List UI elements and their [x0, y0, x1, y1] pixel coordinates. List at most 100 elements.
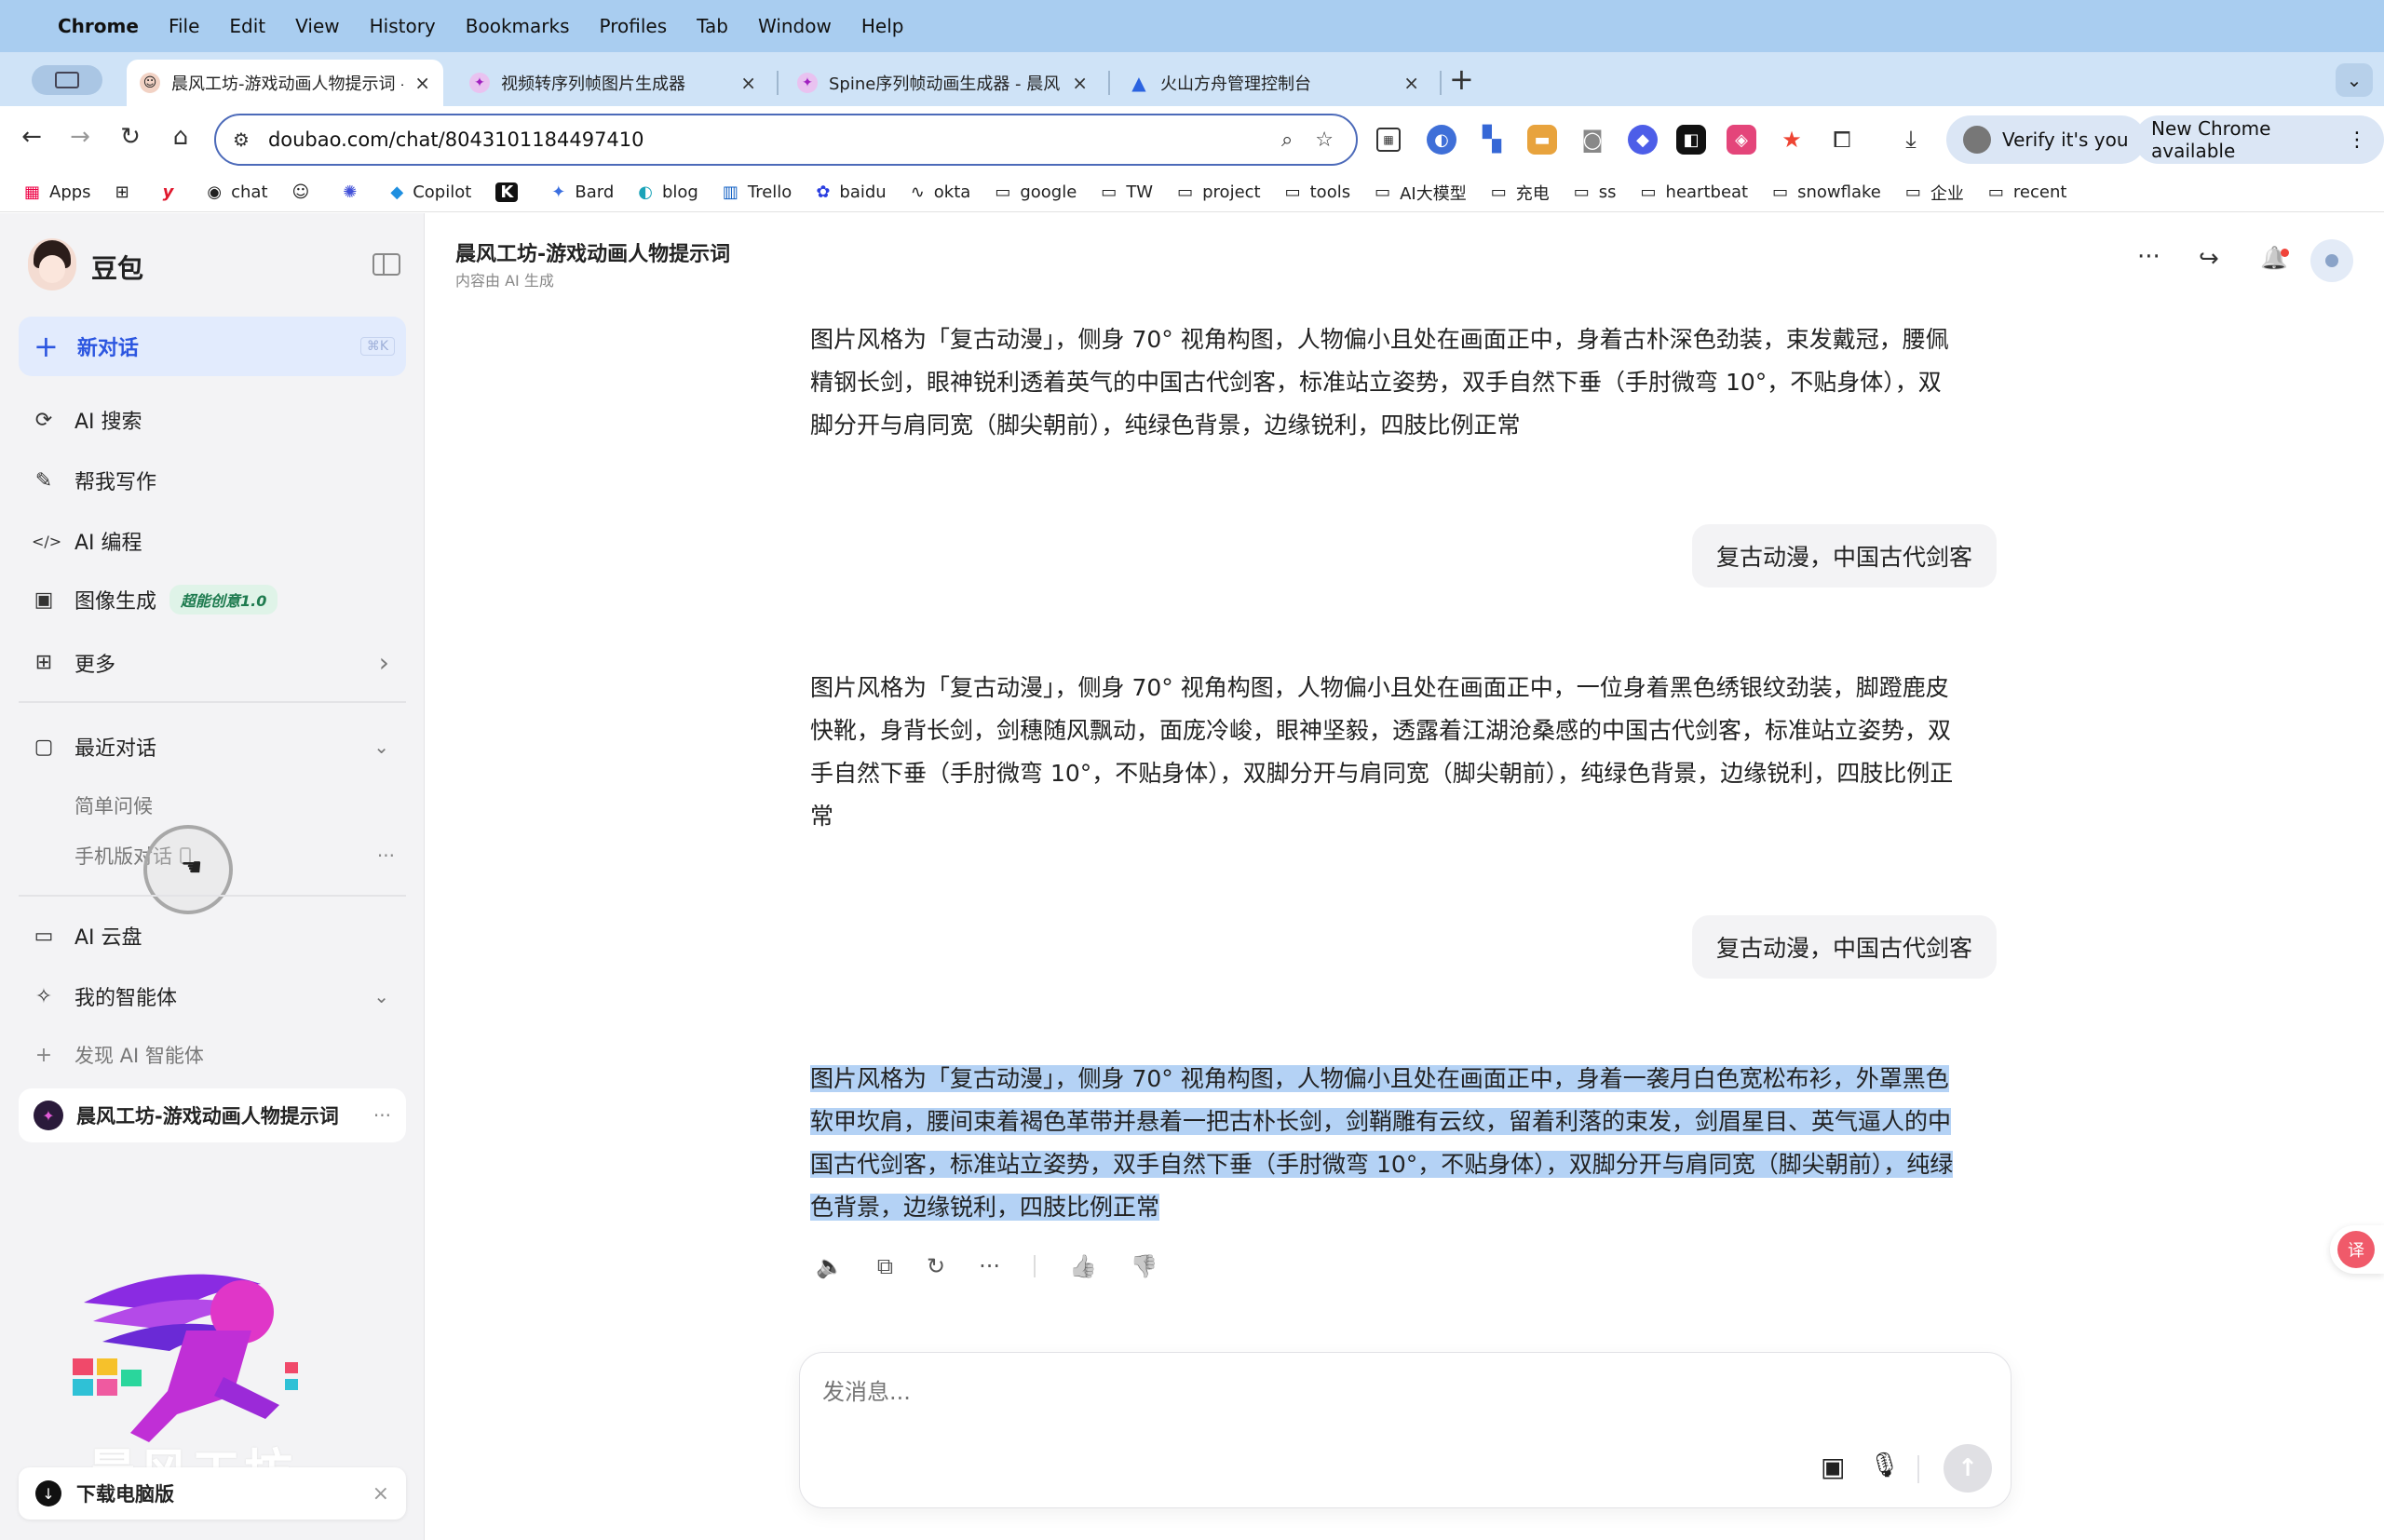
send-button[interactable]: ↑: [1944, 1444, 1992, 1493]
read-aloud-icon[interactable]: 🔈: [816, 1253, 844, 1279]
bookmark-okta[interactable]: ∿ okta: [911, 182, 971, 202]
thumbs-down-icon[interactable]: 👎: [1131, 1253, 1158, 1279]
menu-window[interactable]: Window: [758, 15, 832, 37]
menu-view[interactable]: View: [295, 15, 339, 37]
download-desktop-banner[interactable]: ↓ 下载电脑版 ×: [19, 1467, 406, 1520]
site-settings-icon[interactable]: ⚙: [233, 128, 250, 151]
more-options-icon[interactable]: ···: [2137, 243, 2160, 271]
bookmark-trello[interactable]: ▥ Trello: [723, 182, 792, 202]
sidebar-item-ai-search[interactable]: ⟳ AI 搜索: [32, 405, 142, 435]
menu-edit[interactable]: Edit: [229, 15, 265, 37]
close-icon[interactable]: ×: [740, 72, 756, 94]
sidebar-item-more[interactable]: ⊞ 更多 ›: [32, 647, 389, 678]
forward-button[interactable]: →: [63, 123, 97, 151]
url-text[interactable]: doubao.com/chat/8043101184497410: [268, 128, 1281, 151]
sidebar-item-writing[interactable]: ✎ 帮我写作: [32, 466, 156, 495]
menu-help[interactable]: Help: [861, 15, 904, 37]
menu-bookmarks[interactable]: Bookmarks: [466, 15, 570, 37]
extension-star-icon[interactable]: ★: [1777, 125, 1807, 155]
bookmark-folder-recent[interactable]: ▭ recent: [1988, 182, 2067, 202]
extension-folder-icon[interactable]: ▬: [1527, 125, 1557, 155]
translate-float-button[interactable]: 译: [2330, 1225, 2384, 1274]
bookmark-folder-project[interactable]: ▭ project: [1177, 182, 1261, 202]
extension-pink-icon[interactable]: ◈: [1727, 125, 1756, 155]
thumbs-up-icon[interactable]: 👍: [1069, 1253, 1097, 1279]
extension-blue-circle-icon[interactable]: ◐: [1427, 125, 1456, 155]
image-upload-icon[interactable]: ▣: [1821, 1452, 1845, 1482]
more-icon[interactable]: ···: [377, 844, 395, 867]
user-avatar[interactable]: [2310, 239, 2353, 282]
close-icon[interactable]: ×: [414, 72, 430, 94]
bookmark-spark[interactable]: ✺: [343, 182, 366, 202]
tab-video-frames[interactable]: ✦ 视频转序列帧图片生成器 ×: [456, 60, 769, 106]
tab-spine-animation[interactable]: ✦ Spine序列帧动画生成器 - 晨风工 ×: [784, 60, 1101, 106]
message-input[interactable]: [822, 1373, 1940, 1411]
close-icon[interactable]: ×: [1403, 72, 1419, 94]
address-bar[interactable]: ⚙ doubao.com/chat/8043101184497410 ⌕ ☆: [214, 114, 1358, 166]
bookmark-folder-tools[interactable]: ▭ tools: [1285, 182, 1350, 202]
bookmark-folder-ss[interactable]: ▭ ss: [1574, 182, 1617, 202]
camera-extension-icon[interactable]: ◙: [1578, 125, 1607, 155]
extension-black-icon[interactable]: ◧: [1676, 125, 1706, 155]
bookmark-doubao[interactable]: ☺: [292, 182, 319, 202]
bookmark-folder-ai-models[interactable]: ▭ AI大模型: [1375, 181, 1467, 205]
share-icon[interactable]: ↪: [2199, 245, 2219, 273]
discover-agents[interactable]: + 发现 AI 智能体: [32, 1041, 204, 1069]
sidebar-item-coding[interactable]: </> AI 编程: [32, 526, 142, 556]
close-icon[interactable]: ×: [372, 1482, 389, 1506]
back-button[interactable]: ←: [15, 123, 48, 151]
brand-avatar[interactable]: [28, 238, 76, 290]
bookmark-chat[interactable]: ◉ chat: [207, 182, 267, 202]
tab-group-toggle-button[interactable]: [32, 65, 102, 95]
extension-hex-icon[interactable]: ◆: [1628, 125, 1658, 155]
menu-tab[interactable]: Tab: [697, 15, 728, 37]
bookmark-bard[interactable]: ✦ Bard: [551, 182, 614, 202]
menu-profiles[interactable]: Profiles: [600, 15, 668, 37]
recent-chat-item[interactable]: 手机版对话 ···: [74, 842, 395, 870]
zoom-icon[interactable]: ⌕: [1281, 128, 1293, 152]
menu-history[interactable]: History: [370, 15, 436, 37]
bookmark-folder-heartbeat[interactable]: ▭ heartbeat: [1641, 182, 1749, 202]
bookmark-grid[interactable]: ⊞: [115, 182, 139, 202]
more-icon[interactable]: ···: [979, 1253, 1000, 1279]
close-icon[interactable]: ×: [1072, 72, 1088, 94]
bookmark-folder-enterprise[interactable]: ▭ 企业: [1905, 181, 1964, 205]
home-button[interactable]: ⌂: [164, 123, 197, 151]
regenerate-icon[interactable]: ↻: [927, 1253, 945, 1279]
extension-grid-icon[interactable]: ▚: [1477, 125, 1507, 155]
chrome-update-button[interactable]: New Chrome available ⋮: [2134, 115, 2384, 164]
bookmark-baidu[interactable]: ✿ baidu: [816, 182, 886, 202]
bookmark-apps[interactable]: ▦ Apps: [24, 182, 91, 202]
bookmark-y[interactable]: y: [163, 182, 183, 202]
tab-doubao-chat[interactable]: ☺ 晨风工坊-游戏动画人物提示词 - ×: [127, 60, 443, 106]
verify-profile-button[interactable]: Verify it's you: [1946, 115, 2146, 164]
menu-chrome[interactable]: Chrome: [58, 15, 139, 37]
bookmark-k[interactable]: K: [495, 182, 527, 202]
bookmark-folder-google[interactable]: ▭ google: [995, 182, 1077, 202]
copy-icon[interactable]: ⧉: [877, 1253, 893, 1279]
tab-search-button[interactable]: ⌄: [2336, 63, 2373, 97]
sidebar-item-cloud[interactable]: ▭ AI 云盘: [32, 921, 142, 951]
microphone-icon[interactable]: 🎙: [1869, 1452, 1900, 1479]
extensions-puzzle-icon[interactable]: ⧠: [1827, 125, 1857, 155]
bookmark-folder-tw[interactable]: ▭ TW: [1101, 182, 1153, 202]
recent-chat-item[interactable]: 简单问候: [74, 791, 153, 819]
bookmark-folder-snowflake[interactable]: ▭ snowflake: [1772, 182, 1881, 202]
new-tab-button[interactable]: +: [1449, 61, 1474, 97]
tab-volcano-ark[interactable]: ▲ 火山方舟管理控制台 ×: [1116, 60, 1432, 106]
bookmark-blog[interactable]: ◐ blog: [638, 182, 698, 202]
qr-extension-icon[interactable]: ▦: [1376, 128, 1401, 152]
menu-file[interactable]: File: [169, 15, 199, 37]
more-icon[interactable]: ···: [373, 1104, 391, 1127]
sidebar-item-image-gen[interactable]: ▣ 图像生成 超能创意1.0: [32, 585, 278, 615]
my-agents-header[interactable]: ✧ 我的智能体 ⌄: [32, 981, 389, 1011]
bookmark-folder-learning[interactable]: ▭ 充电: [1491, 181, 1550, 205]
collapse-sidebar-icon[interactable]: [372, 253, 400, 276]
download-icon[interactable]: ⤓: [1896, 125, 1926, 155]
recent-chats-header[interactable]: ▢ 最近对话 ⌄: [32, 732, 389, 762]
bookmark-copilot[interactable]: ◆ Copilot: [390, 182, 471, 202]
new-chat-button[interactable]: + 新对话 ⌘K: [19, 317, 406, 376]
reload-button[interactable]: ↻: [114, 123, 147, 151]
bookmark-star-icon[interactable]: ☆: [1315, 128, 1334, 152]
active-agent-item[interactable]: ✦ 晨风工坊-游戏动画人物提示词 ···: [19, 1088, 406, 1142]
